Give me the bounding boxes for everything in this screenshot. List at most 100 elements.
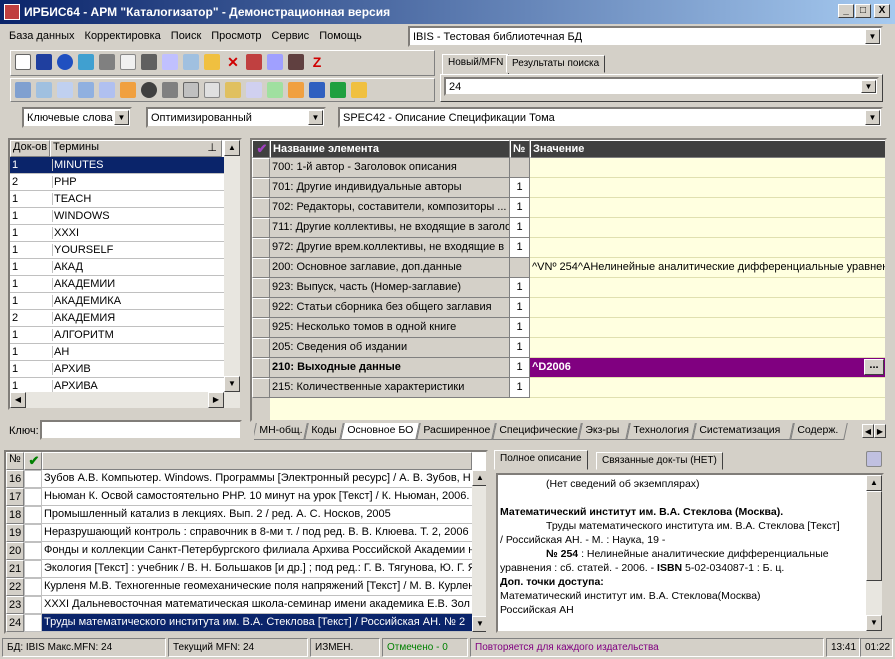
list-item[interactable]: 1 АКАДЕМИИ <box>10 276 224 293</box>
dict-header-docs[interactable]: Док-ов <box>10 140 50 157</box>
worksheet-tab[interactable]: МН-общ. <box>254 423 308 440</box>
export-icon[interactable] <box>267 54 283 70</box>
table-row[interactable]: 19 Неразрушающий контроль : справочник в… <box>6 524 472 542</box>
field-num[interactable]: 1 <box>510 278 530 298</box>
database-select[interactable]: IBIS - Тестовая библиотечная БД ▼ <box>408 26 883 47</box>
field-value[interactable] <box>530 278 885 298</box>
undo-icon[interactable] <box>57 54 73 70</box>
field-value[interactable] <box>530 378 885 398</box>
scroll-up-icon[interactable]: ▲ <box>472 470 486 486</box>
table-row[interactable]: 923: Выпуск, часть (Номер-заглавие) 1 <box>252 278 885 298</box>
table-row[interactable]: 16 Зубов А.В. Компьютер. Windows. Програ… <box>6 470 472 488</box>
view-icon[interactable] <box>141 82 157 98</box>
scroll-left-icon[interactable]: ◀ <box>10 392 26 408</box>
list-item[interactable]: 1 АН <box>10 344 224 361</box>
menu-help[interactable]: Помощь <box>314 30 367 42</box>
back-icon[interactable] <box>78 54 94 70</box>
table-row[interactable]: 20 Фонды и коллекции Санкт-Петербургског… <box>6 542 472 560</box>
window-icon[interactable] <box>15 82 31 98</box>
list-item[interactable]: 2 PHP <box>10 174 224 191</box>
table-row[interactable]: 922: Статьи сборника без общего заглавия… <box>252 298 885 318</box>
window3-icon[interactable] <box>78 82 94 98</box>
table-row[interactable]: 22 Курленя М.В. Техногенные геомеханичес… <box>6 578 472 596</box>
table-row[interactable]: 18 Промышленный катализ в лекциях. Вып. … <box>6 506 472 524</box>
table-row[interactable]: 205: Сведения об издании 1 <box>252 338 885 358</box>
field-num[interactable]: 1 <box>510 318 530 338</box>
new-icon[interactable] <box>15 54 31 70</box>
field-value[interactable] <box>530 218 885 238</box>
excel-icon[interactable] <box>330 82 346 98</box>
mode-select[interactable]: Оптимизированный ▼ <box>146 107 326 128</box>
tabs-right-icon[interactable]: ▶ <box>874 424 886 438</box>
table-row[interactable]: 925: Несколько томов в одной книге 1 <box>252 318 885 338</box>
table-row[interactable]: 702: Редакторы, составители, композиторы… <box>252 198 885 218</box>
print-icon[interactable] <box>183 82 199 98</box>
field-num[interactable]: 1 <box>510 338 530 358</box>
dict-vscroll[interactable]: ▲ ▼ <box>224 140 240 392</box>
doc-icon[interactable] <box>246 82 262 98</box>
worksheet-select[interactable]: SPEC42 - Описание Спецификации Тома ▼ <box>338 107 883 128</box>
list-item[interactable]: 1 WINDOWS <box>10 208 224 225</box>
grid-icon[interactable] <box>141 54 157 70</box>
chart-icon[interactable] <box>288 82 304 98</box>
worksheet-tab[interactable]: Экз-ры <box>578 423 630 440</box>
worksheet-tab[interactable]: Специфические <box>492 423 582 440</box>
field-num[interactable]: 1 <box>510 198 530 218</box>
menu-view[interactable]: Просмотр <box>206 30 266 42</box>
record-check[interactable] <box>24 542 42 560</box>
field-num[interactable]: 1 <box>510 378 530 398</box>
folder-icon[interactable] <box>162 82 178 98</box>
field-num[interactable] <box>510 158 530 178</box>
window4-icon[interactable] <box>99 82 115 98</box>
list-icon[interactable] <box>183 54 199 70</box>
tab-full-description[interactable]: Полное описание <box>494 450 588 470</box>
record-check[interactable] <box>24 560 42 578</box>
print-icon[interactable] <box>866 451 882 467</box>
worksheet-tab[interactable]: Технология <box>626 423 696 440</box>
list-item[interactable]: 1 TEACH <box>10 191 224 208</box>
record-check[interactable] <box>24 596 42 614</box>
chevron-down-icon[interactable]: ▼ <box>308 110 323 125</box>
field-num[interactable]: 1 <box>510 218 530 238</box>
field-value[interactable] <box>530 298 885 318</box>
menu-database[interactable]: База данных <box>4 30 80 42</box>
worksheet-tab[interactable]: Расширенное <box>416 423 496 440</box>
worksheet-tab[interactable]: Основное БО <box>340 423 420 440</box>
chevron-down-icon[interactable]: ▼ <box>114 110 129 125</box>
window2-icon[interactable] <box>36 82 52 98</box>
field-value[interactable] <box>530 158 885 178</box>
import-icon[interactable] <box>246 54 262 70</box>
list-item[interactable]: 1 АЛГОРИТМ <box>10 327 224 344</box>
table-row[interactable]: 700: 1-й автор - Заголовок описания <box>252 158 885 178</box>
edit-icon[interactable] <box>204 54 220 70</box>
field-num[interactable]: 1 <box>510 298 530 318</box>
field-num[interactable]: 1 <box>510 238 530 258</box>
fields-header-value[interactable]: Значение <box>530 140 885 158</box>
worksheet-tab[interactable]: Систематизация <box>692 423 794 440</box>
table-row[interactable]: 200: Основное заглавие, доп.данные ^VNº … <box>252 258 885 278</box>
tab-new-mfn[interactable]: Новый/MFN <box>442 54 510 75</box>
forward-icon[interactable] <box>99 54 115 70</box>
duplicate-icon[interactable] <box>162 54 178 70</box>
record-check[interactable] <box>24 524 42 542</box>
scroll-down-icon[interactable]: ▼ <box>224 376 240 392</box>
mfn-select[interactable]: 24 ▼ <box>444 77 879 96</box>
scroll-thumb[interactable] <box>866 491 882 581</box>
check-icon[interactable]: ✔ <box>252 140 270 158</box>
fields-header-num[interactable]: № <box>510 140 530 158</box>
stats-icon[interactable] <box>309 82 325 98</box>
close-button[interactable]: X <box>874 4 890 18</box>
description-vscroll[interactable]: ▲ ▼ <box>866 475 882 631</box>
menu-service[interactable]: Сервис <box>267 30 315 42</box>
field-value[interactable]: ^D2006 ... <box>530 358 885 378</box>
list-item[interactable]: 1 АРХИВ <box>10 361 224 378</box>
field-value[interactable] <box>530 198 885 218</box>
save-icon[interactable] <box>36 54 52 70</box>
list-item[interactable]: 2 АКАДЕМИЯ <box>10 310 224 327</box>
settings-icon[interactable] <box>351 82 367 98</box>
list-item[interactable]: 1 MINUTES <box>10 157 224 174</box>
copy-icon[interactable] <box>120 54 136 70</box>
record-check[interactable] <box>24 488 42 506</box>
maximize-button[interactable]: □ <box>855 4 871 18</box>
list-item[interactable]: 1 АКАД <box>10 259 224 276</box>
